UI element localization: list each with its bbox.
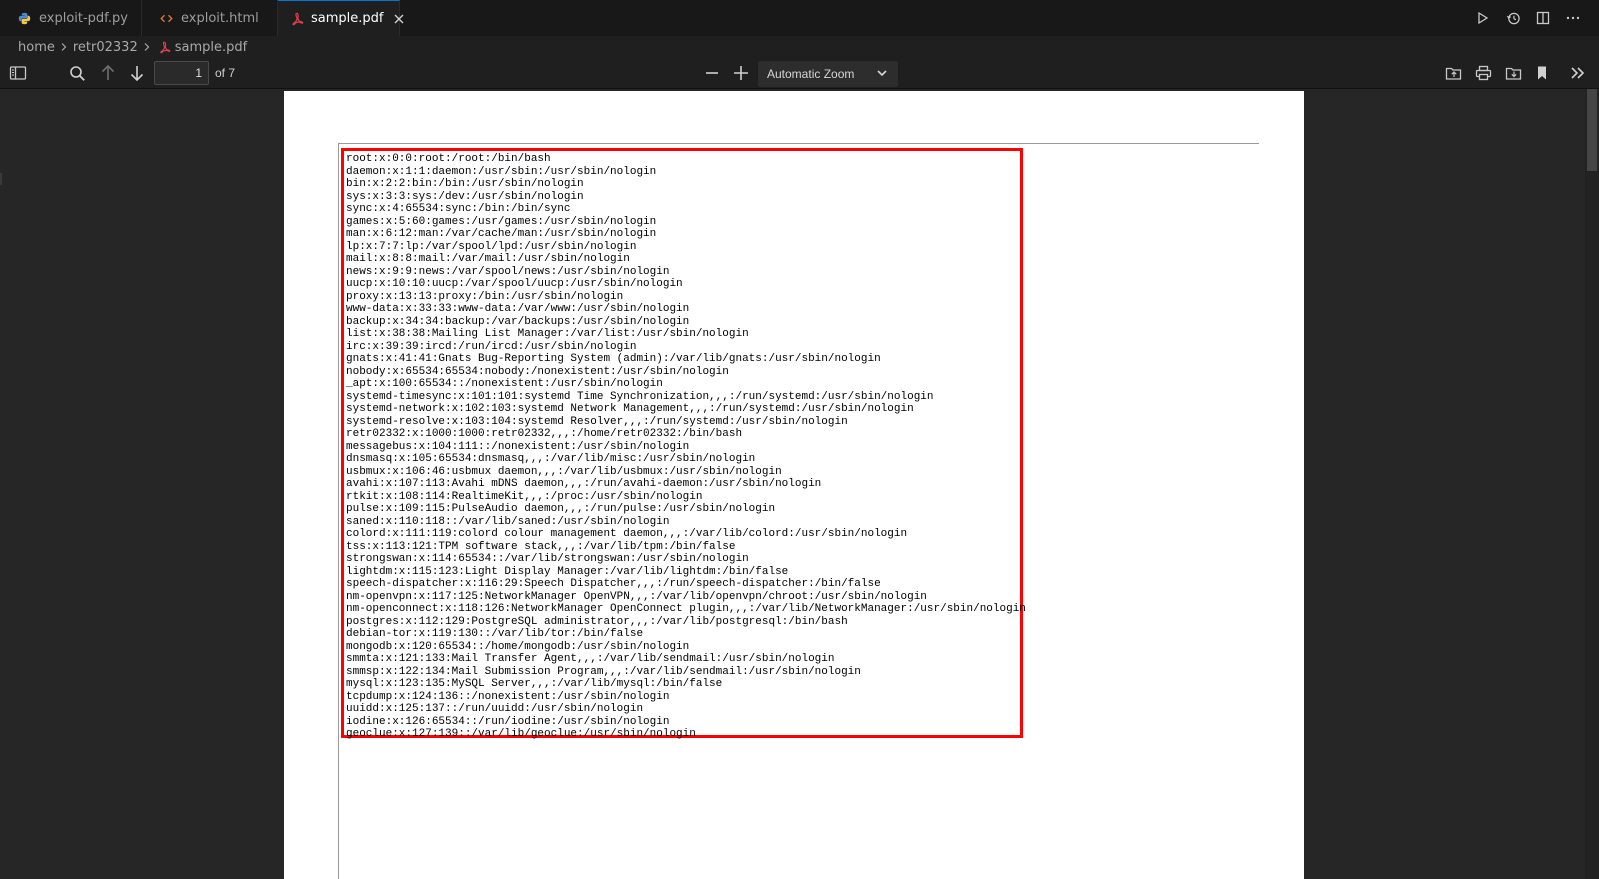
- passwd-line: news:x:9:9:news:/var/spool/news:/usr/sbi…: [346, 265, 670, 278]
- passwd-line: root:x:0:0:root:/root:/bin/bash: [346, 153, 551, 165]
- breadcrumb-item-file[interactable]: sample.pdf: [175, 40, 247, 55]
- passwd-line: mail:x:8:8:mail:/var/mail:/usr/sbin/nolo…: [346, 253, 630, 265]
- passwd-line: uucp:x:10:10:uucp:/var/spool/uucp:/usr/s…: [346, 278, 683, 290]
- passwd-line: sync:x:4:65534:sync:/bin:/bin/sync: [346, 203, 571, 215]
- open-file-icon[interactable]: [1441, 61, 1465, 85]
- passwd-line: systemd-timesync:x:101:101:systemd Time …: [346, 390, 934, 403]
- tab-label: exploit.html: [181, 10, 259, 26]
- pdf-icon: [158, 41, 171, 54]
- passwd-line: postgres:x:112:129:PostgreSQL administra…: [346, 615, 848, 628]
- passwd-line: smmsp:x:122:134:Mail Submission Program,…: [346, 665, 861, 678]
- passwd-line: uuidd:x:125:137::/run/uuidd:/usr/sbin/no…: [346, 703, 644, 715]
- passwd-line: bin:x:2:2:bin:/bin:/usr/sbin/nologin: [346, 178, 584, 190]
- tab-sample-pdf[interactable]: sample.pdf: [278, 0, 404, 36]
- pdf-toolbar: of 7 Automatic Zoom: [0, 58, 1599, 89]
- passwd-line: lp:x:7:7:lp:/var/spool/lpd:/usr/sbin/nol…: [346, 240, 637, 253]
- passwd-line: man:x:6:12:man:/var/cache/man:/usr/sbin/…: [346, 228, 657, 240]
- passwd-line: rtkit:x:108:114:RealtimeKit,,,:/proc:/us…: [346, 490, 703, 503]
- editor-actions: [1473, 0, 1583, 36]
- passwd-line: list:x:38:38:Mailing List Manager:/var/l…: [346, 328, 749, 340]
- zoom-in-icon[interactable]: [729, 61, 753, 85]
- passwd-line: www-data:x:33:33:www-data:/var/www:/usr/…: [346, 303, 690, 315]
- search-icon[interactable]: [65, 61, 89, 85]
- zoom-out-icon[interactable]: [700, 61, 724, 85]
- zoom-select-value: Automatic Zoom: [767, 67, 855, 81]
- passwd-line: systemd-network:x:102:103:systemd Networ…: [346, 403, 914, 415]
- editor-tab-bar: exploit-pdf.py exploit.html sample.pdf: [0, 0, 1599, 36]
- scroll-marker: [0, 173, 2, 185]
- passwd-line: debian-tor:x:119:130::/var/lib/tor:/bin/…: [346, 628, 644, 640]
- tab-exploit-pdf-py[interactable]: exploit-pdf.py: [0, 0, 142, 36]
- breadcrumb-item-home[interactable]: home: [18, 40, 55, 55]
- passwd-line: speech-dispatcher:x:116:29:Speech Dispat…: [346, 578, 881, 590]
- passwd-line: gnats:x:41:41:Gnats Bug-Reporting System…: [346, 353, 881, 365]
- run-icon[interactable]: [1473, 8, 1493, 28]
- passwd-line: retr02332:x:1000:1000:retr02332,,,:/home…: [346, 428, 743, 440]
- passwd-line: _apt:x:100:65534::/nonexistent:/usr/sbin…: [346, 378, 663, 390]
- download-icon[interactable]: [1501, 61, 1525, 85]
- passwd-line: mongodb:x:120:65534::/home/mongodb:/usr/…: [346, 640, 690, 653]
- passwd-line: mysql:x:123:135:MySQL Server,,,:/var/lib…: [346, 678, 723, 690]
- passwd-line: smmta:x:121:133:Mail Transfer Agent,,,:/…: [346, 653, 835, 665]
- passwd-line: geoclue:x:127:139::/var/lib/geoclue:/usr…: [346, 728, 696, 740]
- more-actions-icon[interactable]: [1563, 8, 1583, 28]
- previous-page-icon[interactable]: [96, 61, 120, 85]
- history-icon[interactable]: [1503, 8, 1523, 28]
- passwd-line: avahi:x:107:113:Avahi mDNS daemon,,,:/ru…: [346, 478, 822, 490]
- breadcrumb-item-user[interactable]: retr02332: [73, 40, 138, 55]
- python-icon: [16, 10, 32, 26]
- code-icon: [158, 10, 174, 26]
- vertical-scrollbar[interactable]: [1585, 89, 1599, 879]
- passwd-line: games:x:5:60:games:/usr/games:/usr/sbin/…: [346, 215, 657, 228]
- passwd-line: daemon:x:1:1:daemon:/usr/sbin:/usr/sbin/…: [346, 165, 657, 178]
- passwd-line: dnsmasq:x:105:65534:dnsmasq,,,:/var/lib/…: [346, 453, 756, 465]
- passwd-line: nobody:x:65534:65534:nobody:/nonexistent…: [346, 365, 729, 378]
- passwd-line: backup:x:34:34:backup:/var/backups:/usr/…: [346, 315, 690, 328]
- tools-menu-icon[interactable]: [1566, 61, 1590, 85]
- passwd-line: proxy:x:13:13:proxy:/bin:/usr/sbin/nolog…: [346, 290, 624, 303]
- split-editor-icon[interactable]: [1533, 8, 1553, 28]
- passwd-line: tss:x:113:121:TPM software stack,,,:/var…: [346, 540, 736, 553]
- passwd-content: root:x:0:0:root:/root:/bin/bash daemon:x:…: [346, 153, 1026, 741]
- chevron-down-icon: [877, 70, 887, 77]
- tab-label: exploit-pdf.py: [39, 10, 128, 26]
- passwd-line: sys:x:3:3:sys:/dev:/usr/sbin/nologin: [346, 190, 584, 203]
- pdf-viewer-container[interactable]: root:x:0:0:root:/root:/bin/bash daemon:x:…: [0, 89, 1599, 879]
- passwd-line: tcpdump:x:124:136::/nonexistent:/usr/sbi…: [346, 690, 670, 703]
- tab-label: sample.pdf: [311, 11, 384, 26]
- passwd-line: nm-openvpn:x:117:125:NetworkManager Open…: [346, 590, 927, 603]
- chevron-right-icon: [140, 40, 154, 54]
- passwd-line: pulse:x:109:115:PulseAudio daemon,,,:/ru…: [346, 503, 776, 515]
- passwd-line: nm-openconnect:x:118:126:NetworkManager …: [346, 603, 1026, 615]
- passwd-line: iodine:x:126:65534::/run/iodine:/usr/sbi…: [346, 715, 670, 728]
- passwd-line: systemd-resolve:x:103:104:systemd Resolv…: [346, 415, 848, 428]
- passwd-line: usbmux:x:106:46:usbmux daemon,,,:/var/li…: [346, 465, 782, 478]
- tab-exploit-html[interactable]: exploit.html: [142, 0, 278, 36]
- next-page-icon[interactable]: [125, 61, 149, 85]
- zoom-select[interactable]: Automatic Zoom: [758, 61, 898, 87]
- page-number-input[interactable]: [154, 61, 209, 85]
- page-count-label: of 7: [215, 66, 236, 80]
- sidebar-toggle-icon[interactable]: [6, 61, 30, 85]
- passwd-line: irc:x:39:39:ircd:/run/ircd:/usr/sbin/nol…: [346, 340, 637, 353]
- passwd-line: strongswan:x:114:65534::/var/lib/strongs…: [346, 553, 749, 565]
- passwd-line: saned:x:110:118::/var/lib/saned:/usr/sbi…: [346, 515, 670, 528]
- passwd-line: messagebus:x:104:111::/nonexistent:/usr/…: [346, 440, 690, 453]
- pdf-icon: [290, 11, 304, 27]
- print-icon[interactable]: [1471, 61, 1495, 85]
- scrollbar-thumb[interactable]: [1587, 89, 1597, 171]
- passwd-line: lightdm:x:115:123:Light Display Manager:…: [346, 565, 789, 578]
- chevron-right-icon: [57, 40, 71, 54]
- breadcrumb: home retr02332 sample.pdf: [0, 36, 1599, 58]
- bookmark-icon[interactable]: [1530, 61, 1554, 85]
- close-icon[interactable]: [393, 11, 405, 27]
- passwd-line: colord:x:111:119:colord colour managemen…: [346, 528, 908, 540]
